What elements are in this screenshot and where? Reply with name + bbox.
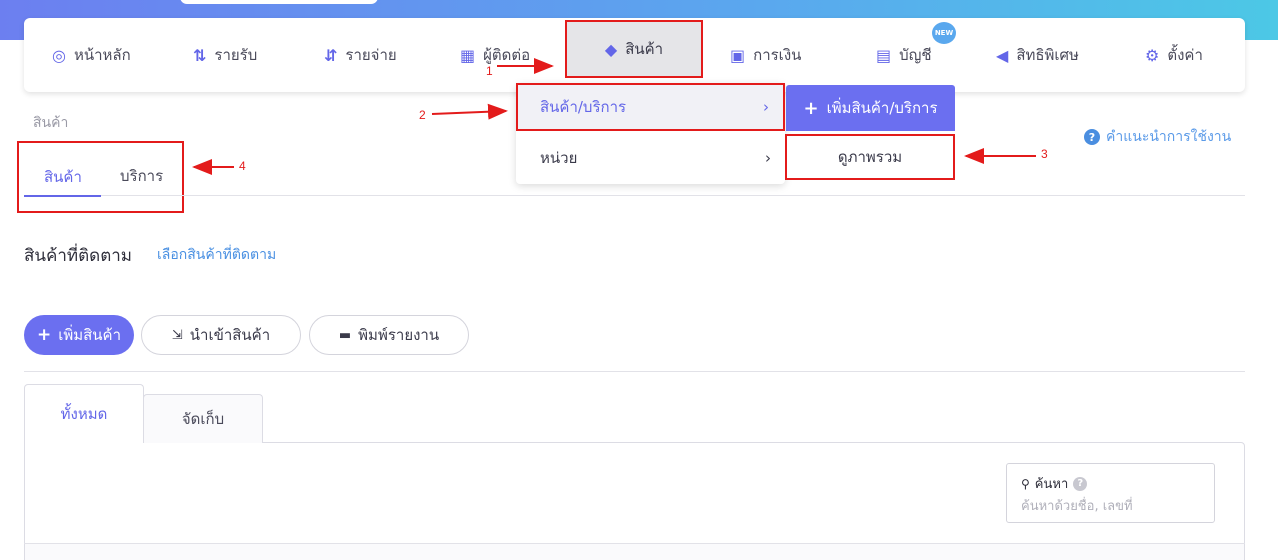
chevron-right-icon: ›: [765, 149, 771, 167]
plus-icon: +: [36, 325, 52, 345]
box-icon: ◆: [604, 39, 618, 59]
nav-item-income[interactable]: ⇅ รายรับ: [193, 18, 257, 92]
plus-icon: +: [803, 97, 819, 119]
chevron-right-icon: ›: [763, 98, 769, 116]
nav-label: สินค้า: [625, 40, 664, 58]
add-product-button[interactable]: + เพิ่มสินค้า: [24, 315, 134, 355]
print-report-button[interactable]: ▬ พิมพ์รายงาน: [309, 315, 469, 355]
nav-label: การเงิน: [753, 46, 802, 64]
nav-label: หน้าหลัก: [73, 46, 131, 64]
nav-item-products[interactable]: ◆ สินค้า: [565, 20, 703, 78]
question-circle-icon: ?: [1073, 476, 1088, 491]
main-navbar: ◎ หน้าหลัก ⇅ รายรับ ⇵ รายจ่าย ▦ ผู้ติดต่…: [24, 18, 1245, 92]
dropdown-item-label: สินค้า/บริการ: [540, 98, 627, 116]
submenu-overview-label: ดูภาพรวม: [837, 148, 903, 166]
help-label: คำแนะนำการใช้งาน: [1106, 129, 1232, 145]
top-search-pill[interactable]: [180, 0, 378, 4]
nav-label: รายจ่าย: [345, 46, 397, 64]
dropdown-item-label: หน่วย: [540, 149, 578, 167]
divider: [24, 195, 1245, 196]
search-input[interactable]: [1021, 496, 1201, 516]
active-tab-underline: [24, 195, 101, 197]
annotation-3: 3: [1041, 147, 1048, 161]
nav-label: รายรับ: [214, 46, 258, 64]
gear-icon: ⚙: [1145, 45, 1160, 65]
tab-services[interactable]: บริการ: [120, 164, 163, 188]
nav-item-contacts[interactable]: ▦ ผู้ติดต่อ: [460, 18, 530, 92]
new-badge: NEW: [932, 22, 956, 44]
annotation-2: 2: [419, 108, 426, 122]
search-label: ⚲ ค้นหา ?: [1021, 473, 1088, 494]
import-product-button[interactable]: ⇲ นำเข้าสินค้า: [141, 315, 301, 355]
table-header: [25, 544, 1244, 560]
add-product-label: เพิ่มสินค้า: [58, 326, 122, 344]
dropdown-item-products-services[interactable]: สินค้า/บริการ ›: [516, 83, 785, 131]
help-link[interactable]: ? คำแนะนำการใช้งาน: [1084, 126, 1231, 148]
followed-products-title: สินค้าที่ติดตาม: [24, 246, 132, 266]
nav-label: สิทธิพิเศษ: [1016, 46, 1079, 64]
annotation-4: 4: [239, 159, 246, 173]
nav-label: ตั้งค่า: [1167, 46, 1203, 64]
gauge-icon: ◎: [52, 45, 66, 65]
import-icon: ⇲: [171, 327, 183, 343]
nav-item-accounting[interactable]: ▤ บัญชี: [876, 18, 932, 92]
nav-label: บัญชี: [899, 46, 932, 64]
select-followed-link[interactable]: เลือกสินค้าที่ติดตาม: [157, 244, 276, 266]
import-product-label: นำเข้าสินค้า: [189, 326, 271, 344]
building-icon: ▦: [460, 45, 476, 65]
nav-item-home[interactable]: ◎ หน้าหลัก: [52, 18, 131, 92]
breadcrumb: สินค้า: [33, 115, 69, 131]
income-icon: ⇅: [193, 45, 207, 65]
dropdown-item-units[interactable]: หน่วย ›: [516, 134, 785, 182]
tab-archived[interactable]: จัดเก็บ: [143, 394, 263, 443]
divider: [24, 371, 1245, 372]
submenu-add-label: เพิ่มสินค้า/บริการ: [826, 99, 938, 117]
products-dropdown: สินค้า/บริการ › หน่วย ›: [516, 83, 785, 184]
annotation-1: 1: [486, 64, 493, 78]
question-circle-icon: ?: [1084, 129, 1100, 145]
search-box: ⚲ ค้นหา ?: [1006, 463, 1215, 523]
nav-item-finance[interactable]: ▣ การเงิน: [730, 18, 801, 92]
nav-item-privileges[interactable]: ◀ สิทธิพิเศษ: [996, 18, 1079, 92]
submenu-overview[interactable]: ดูภาพรวม: [785, 134, 955, 180]
megaphone-icon: ◀: [996, 45, 1009, 65]
tab-products[interactable]: สินค้า: [44, 165, 82, 189]
printer-icon: ▬: [338, 327, 352, 343]
ledger-icon: ▤: [876, 45, 892, 65]
nav-item-settings[interactable]: ⚙ ตั้งค่า: [1145, 18, 1203, 92]
search-icon: ⚲: [1021, 476, 1030, 491]
print-report-label: พิมพ์รายงาน: [358, 326, 440, 344]
nav-item-expense[interactable]: ⇵ รายจ่าย: [324, 18, 397, 92]
tab-all[interactable]: ทั้งหมด: [24, 384, 144, 443]
expense-icon: ⇵: [324, 45, 338, 65]
submenu-add-product-service[interactable]: + เพิ่มสินค้า/บริการ: [786, 85, 955, 131]
money-icon: ▣: [730, 45, 746, 65]
search-label-text: ค้นหา: [1034, 477, 1069, 492]
